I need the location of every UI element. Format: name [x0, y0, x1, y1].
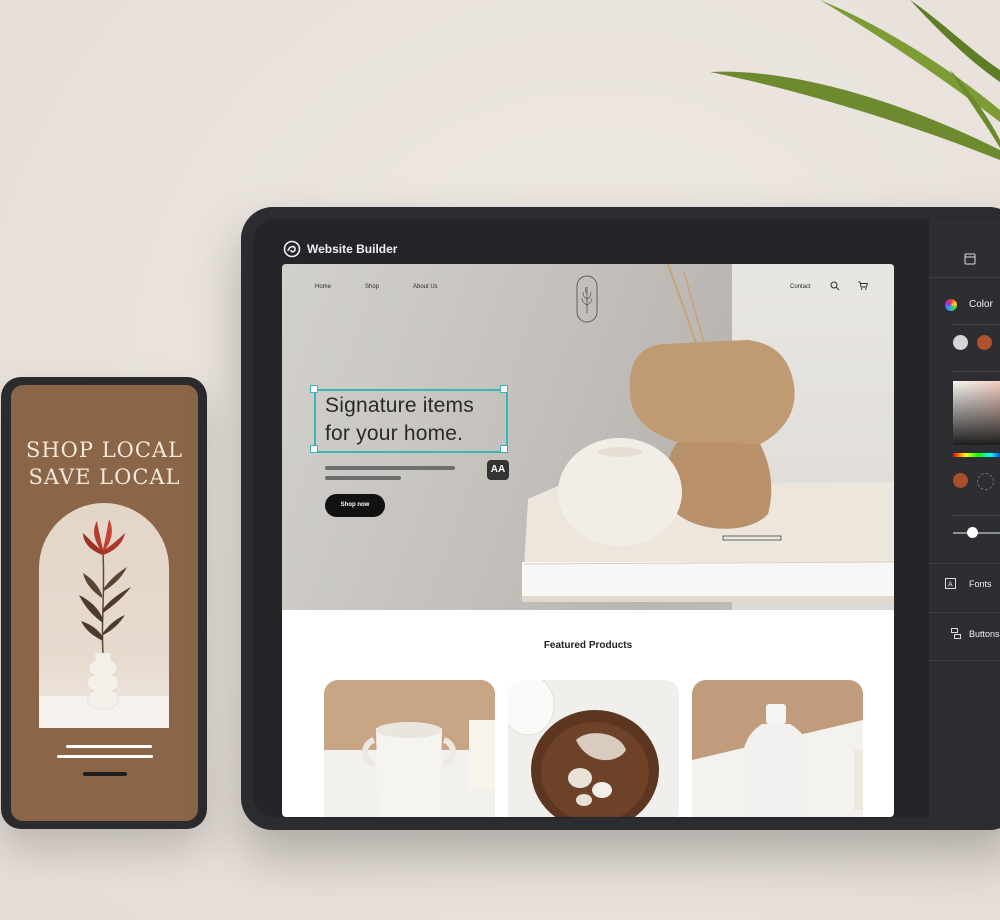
product-card[interactable] — [324, 680, 495, 817]
layout-icon[interactable] — [964, 253, 976, 265]
phone-headline: SHOP LOCAL SAVE LOCAL — [11, 437, 198, 491]
product-card[interactable] — [692, 680, 863, 817]
featured-products-title: Featured Products — [543, 640, 633, 651]
hero-subtext-line — [325, 476, 401, 480]
nav-shop[interactable]: Shop — [365, 284, 379, 290]
product-card[interactable] — [508, 680, 679, 817]
color-wheel-icon[interactable] — [945, 299, 957, 311]
phone-text-line — [57, 755, 153, 758]
color-picker-gradient[interactable] — [953, 381, 1000, 445]
fonts-section-label[interactable]: Fonts — [969, 579, 992, 589]
phone-headline-line2: SAVE LOCAL — [28, 465, 181, 489]
buttons-section-label[interactable]: Buttons — [969, 629, 1000, 639]
color-swatch[interactable] — [977, 335, 992, 350]
fonts-icon[interactable]: A — [945, 578, 956, 589]
phone-headline-line1: SHOP LOCAL — [25, 438, 184, 462]
phone-text-line — [66, 745, 152, 748]
hero-headline-line1: Signature items — [325, 394, 474, 417]
phone-device: SHOP LOCAL SAVE LOCAL — [1, 377, 207, 829]
resize-handle[interactable] — [310, 385, 318, 393]
nav-home[interactable]: Home — [315, 284, 331, 290]
design-panel: Color A Fonts Buttons — [929, 219, 1000, 818]
buttons-icon[interactable] — [951, 628, 962, 640]
hero-section[interactable]: Home Shop About Us Contact Signature ite… — [282, 264, 894, 610]
tablet-device: Website Builder Home Shop About Us Conta… — [241, 207, 1000, 830]
website-builder-app: Website Builder Home Shop About Us Conta… — [253, 219, 1000, 818]
shop-now-button[interactable]: Shop now — [325, 494, 385, 517]
hero-image — [522, 264, 894, 602]
color-section-label[interactable]: Color — [969, 299, 993, 310]
phone-hero-image — [39, 503, 169, 728]
color-swatch[interactable] — [953, 335, 968, 350]
app-title: Website Builder — [307, 242, 398, 256]
hero-subtext-line — [325, 466, 455, 470]
hero-headline[interactable]: Signature items for your home. — [325, 392, 474, 448]
phone-button-placeholder[interactable] — [83, 772, 127, 776]
resize-handle[interactable] — [310, 445, 318, 453]
text-style-button[interactable]: AA — [487, 460, 509, 480]
hero-headline-line2: for your home. — [325, 422, 464, 445]
builder-logo-icon — [283, 240, 301, 258]
empty-color-swatch[interactable] — [977, 473, 994, 490]
selected-color-swatch[interactable] — [953, 473, 968, 488]
hue-slider[interactable] — [953, 453, 1000, 457]
resize-handle[interactable] — [500, 385, 508, 393]
website-preview-canvas[interactable]: Home Shop About Us Contact Signature ite… — [282, 264, 894, 817]
resize-handle[interactable] — [500, 445, 508, 453]
opacity-slider-thumb[interactable] — [967, 527, 978, 538]
phone-screen: SHOP LOCAL SAVE LOCAL — [11, 385, 198, 821]
nav-about[interactable]: About Us — [413, 284, 438, 290]
svg-text:A: A — [948, 582, 953, 589]
